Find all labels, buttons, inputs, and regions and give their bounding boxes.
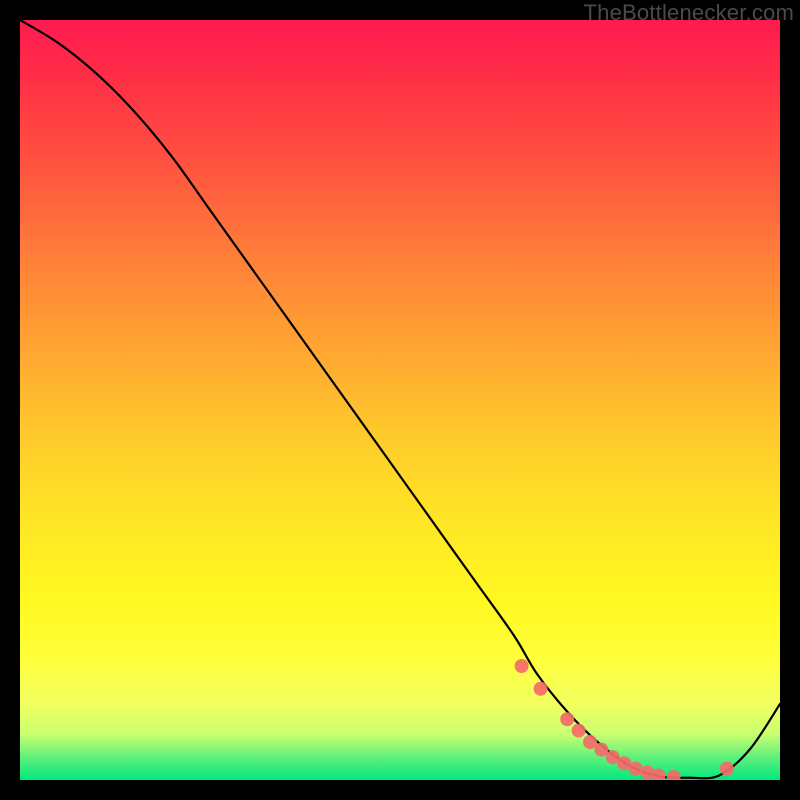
highlight-dot xyxy=(720,762,734,776)
highlight-dot xyxy=(534,682,548,696)
highlight-dot xyxy=(594,743,608,757)
highlight-dot xyxy=(583,735,597,749)
watermark-text: TheBottlenecker.com xyxy=(584,0,794,26)
chart-frame xyxy=(20,20,780,780)
highlight-dot xyxy=(667,770,681,780)
highlight-dot xyxy=(572,724,586,738)
plot-area xyxy=(20,20,780,780)
highlight-dot xyxy=(560,712,574,726)
highlight-dot xyxy=(515,659,529,673)
highlight-dots-group xyxy=(515,659,734,780)
chart-svg xyxy=(20,20,780,780)
bottleneck-curve xyxy=(20,20,780,778)
